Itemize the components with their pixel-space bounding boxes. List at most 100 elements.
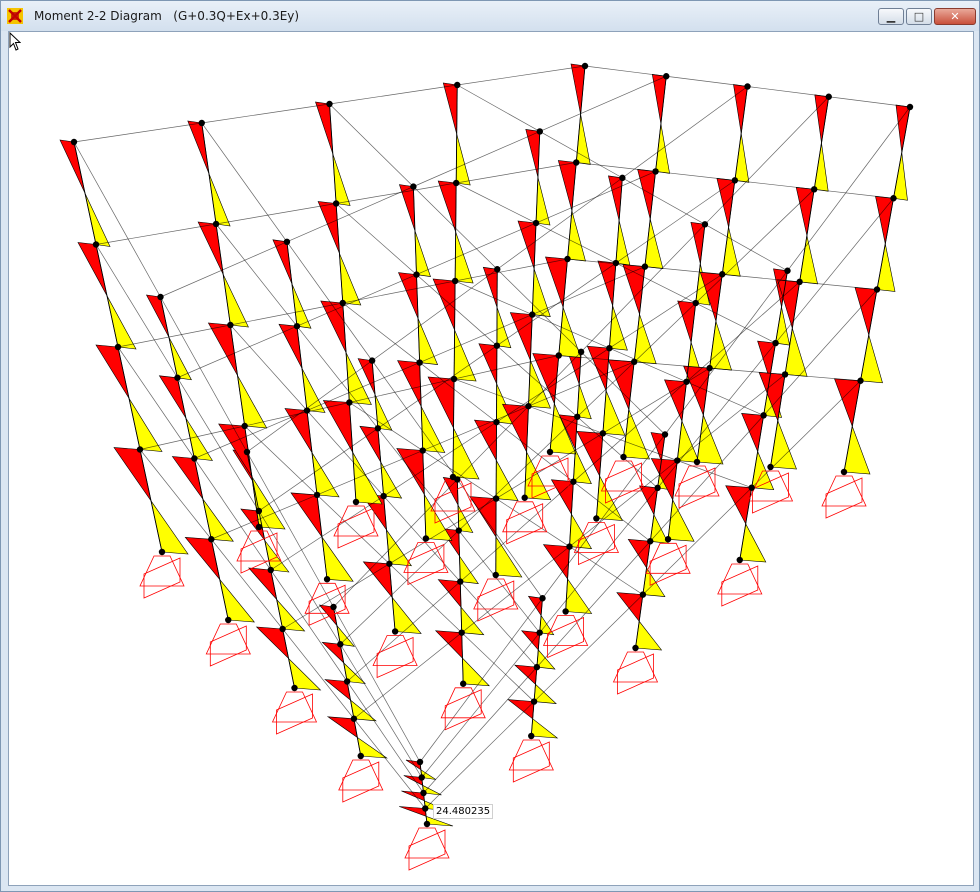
frame-node bbox=[536, 128, 544, 135]
support-symbol bbox=[333, 505, 379, 537]
moment-negative-fill bbox=[454, 231, 474, 284]
frame-node bbox=[810, 186, 818, 193]
frame-node bbox=[566, 543, 573, 550]
moment-negative-fill bbox=[813, 142, 829, 192]
moment-negative-fill bbox=[635, 620, 663, 651]
frame-node bbox=[632, 644, 639, 652]
support-symbol bbox=[408, 829, 446, 871]
moment-negative-fill bbox=[84, 193, 111, 247]
frame-node bbox=[227, 321, 234, 329]
minimize-button[interactable]: ▁ bbox=[878, 8, 904, 25]
beam-line bbox=[453, 378, 529, 407]
beam-line bbox=[329, 103, 414, 187]
frame-node bbox=[454, 81, 461, 89]
frame-node bbox=[706, 364, 713, 372]
frame-node bbox=[546, 448, 554, 456]
moment-positive-fill bbox=[322, 400, 353, 453]
frame-node bbox=[570, 478, 577, 485]
frame-node bbox=[416, 758, 424, 766]
beam-line bbox=[73, 122, 202, 143]
frame-node bbox=[423, 820, 431, 828]
frame-node bbox=[683, 378, 690, 385]
frame-node bbox=[528, 732, 535, 740]
frame-node bbox=[459, 680, 467, 687]
frame-node bbox=[293, 322, 301, 330]
beam-line bbox=[569, 546, 644, 595]
support-symbol bbox=[407, 543, 445, 586]
beam-line bbox=[497, 177, 623, 270]
maximize-button[interactable]: □ bbox=[906, 8, 932, 25]
frame-node bbox=[410, 183, 417, 190]
frame-node bbox=[663, 73, 670, 80]
beam-line bbox=[622, 177, 706, 225]
beam-line bbox=[814, 188, 894, 199]
moment-diagram-3d-view bbox=[59, 62, 914, 871]
moment-negative-fill bbox=[696, 413, 724, 465]
beam-line bbox=[539, 75, 667, 132]
frame-node bbox=[731, 177, 739, 184]
close-button[interactable]: ✕ bbox=[934, 8, 976, 25]
beam-line bbox=[828, 96, 911, 108]
frame-node bbox=[536, 629, 543, 636]
frame-node bbox=[840, 468, 848, 476]
frame-node bbox=[413, 271, 420, 278]
frame-node bbox=[664, 536, 672, 543]
moment-negative-fill bbox=[633, 314, 657, 365]
frame-node bbox=[352, 498, 360, 506]
moment-negative-fill bbox=[452, 427, 480, 480]
beam-line bbox=[419, 314, 533, 363]
frame-node bbox=[374, 425, 382, 432]
frame-node bbox=[212, 220, 220, 228]
mouse-cursor-icon bbox=[9, 32, 21, 51]
frame-node bbox=[449, 473, 457, 481]
moment-negative-fill bbox=[417, 318, 439, 365]
support-symbol bbox=[308, 584, 346, 626]
beam-line bbox=[615, 180, 736, 264]
beam-line bbox=[709, 367, 786, 375]
app-logo-icon bbox=[7, 8, 23, 24]
frame-node bbox=[532, 219, 540, 227]
moment-negative-fill bbox=[128, 398, 163, 452]
support-symbol bbox=[477, 580, 515, 622]
frame-node bbox=[533, 663, 541, 671]
moment-negative-fill bbox=[237, 375, 268, 429]
frame-node bbox=[781, 371, 789, 378]
moment-positive-fill bbox=[59, 139, 86, 194]
moment-negative-fill bbox=[496, 307, 512, 349]
frame-node bbox=[157, 293, 164, 301]
frame-node bbox=[493, 418, 500, 426]
maximize-icon: □ bbox=[913, 10, 925, 23]
frame-node bbox=[418, 774, 425, 781]
title-bar[interactable]: Moment 2-2 Diagram (G+0.3Q+Ex+0.3Ey) ▁ □… bbox=[1, 1, 979, 31]
beam-line bbox=[383, 421, 497, 497]
moment-positive-fill bbox=[478, 343, 498, 385]
beam-line bbox=[95, 223, 217, 245]
beam-line bbox=[286, 186, 414, 243]
frame-node bbox=[323, 576, 331, 583]
moment-negative-fill bbox=[734, 133, 750, 183]
moment-negative-fill bbox=[524, 450, 552, 501]
support-symbol bbox=[617, 653, 654, 695]
frame-node bbox=[422, 535, 430, 542]
moment-negative-fill bbox=[876, 243, 896, 292]
support-symbol bbox=[404, 827, 450, 859]
moment-positive-fill bbox=[437, 180, 457, 233]
frame-node bbox=[539, 595, 546, 602]
beam-line bbox=[497, 269, 582, 353]
moment-positive-fill bbox=[397, 360, 422, 407]
frame-node bbox=[416, 359, 423, 366]
frame-node bbox=[452, 179, 460, 187]
support-symbol bbox=[649, 544, 687, 586]
application-window: Moment 2-2 Diagram (G+0.3Q+Ex+0.3Ey) ▁ □… bbox=[0, 0, 980, 892]
beam-line bbox=[336, 182, 457, 204]
moment-positive-fill bbox=[95, 344, 130, 399]
beam-line bbox=[346, 681, 424, 794]
diagram-canvas[interactable]: 24.480235 bbox=[8, 31, 974, 886]
support-symbol bbox=[645, 542, 691, 574]
support-symbol bbox=[276, 693, 313, 735]
frame-node bbox=[291, 684, 298, 692]
frame-node bbox=[784, 267, 791, 274]
frame-node bbox=[332, 200, 340, 207]
frame-node bbox=[255, 507, 263, 515]
frame-node bbox=[593, 515, 600, 522]
